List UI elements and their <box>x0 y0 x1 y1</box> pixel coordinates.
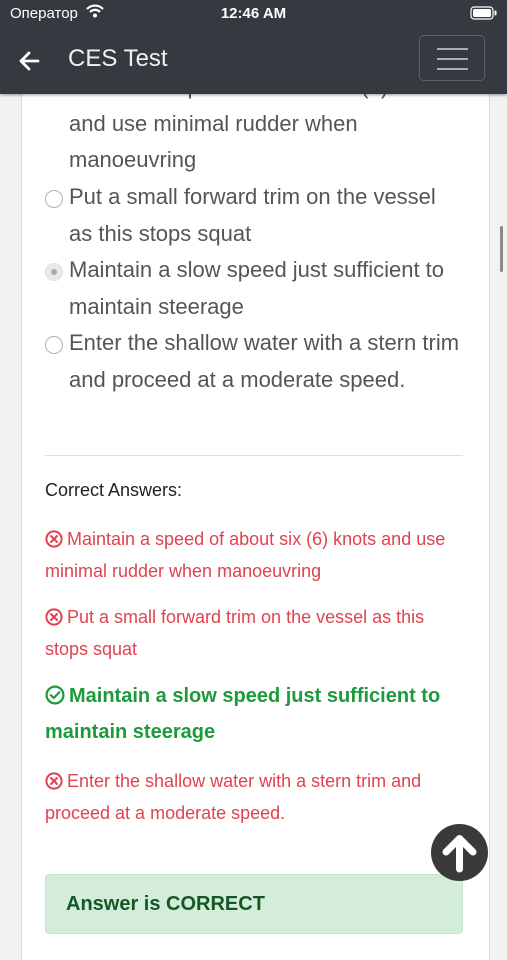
result-alert: Answer is CORRECT <box>45 874 463 934</box>
answer-result-text: Put a small forward trim on the vessel a… <box>45 607 425 659</box>
answer-result-4: Enter the shallow water with a stern tri… <box>45 767 465 828</box>
answer-result-text: Maintain a slow speed just sufficient to… <box>45 685 441 743</box>
menu-toggle-button[interactable] <box>419 35 485 81</box>
answer-option-2[interactable]: Put a small forward trim on the vessel a… <box>45 179 465 252</box>
top-navbar: CES Test <box>0 27 507 94</box>
answer-result-text: Maintain a speed of about six (6) knots … <box>45 529 446 581</box>
arrow-up-icon <box>431 835 488 885</box>
back-arrow-icon[interactable] <box>18 51 40 76</box>
radio-button[interactable] <box>45 190 63 208</box>
x-circle-icon <box>45 606 63 635</box>
check-circle-icon <box>45 683 65 716</box>
battery-icon <box>470 6 498 25</box>
result-text: Answer is CORRECT <box>66 893 265 915</box>
option-label: Enter the shallow water with a stern tri… <box>69 330 460 392</box>
answer-result-3-correct: Maintain a slow speed just sufficient to… <box>45 680 465 749</box>
clock-time: 12:46 AM <box>220 5 287 22</box>
page-title: CES Test <box>68 45 168 72</box>
answer-result-text: Enter the shallow water with a stern tri… <box>45 771 422 823</box>
scroll-to-top-button[interactable] <box>431 824 488 881</box>
answer-result-2: Put a small forward trim on the vessel a… <box>45 603 465 664</box>
radio-button-selected[interactable] <box>45 263 63 281</box>
answer-result-1: Maintain a speed of about six (6) knots … <box>45 525 465 586</box>
x-circle-icon <box>45 770 63 799</box>
correct-answers-heading: Correct Answers: <box>45 480 183 500</box>
option-label: Put a small forward trim on the vessel a… <box>69 184 436 246</box>
radio-button[interactable] <box>45 336 63 354</box>
answer-option-4[interactable]: Enter the shallow water with a stern tri… <box>45 325 465 398</box>
option-label: Maintain a slow speed just sufficient to… <box>69 257 445 319</box>
x-circle-icon <box>45 528 63 557</box>
scrollbar[interactable] <box>500 226 503 272</box>
answer-option-3[interactable]: Maintain a slow speed just sufficient to… <box>45 252 465 325</box>
divider <box>45 455 463 456</box>
status-bar: Оператор 12:46 AM <box>0 0 507 27</box>
